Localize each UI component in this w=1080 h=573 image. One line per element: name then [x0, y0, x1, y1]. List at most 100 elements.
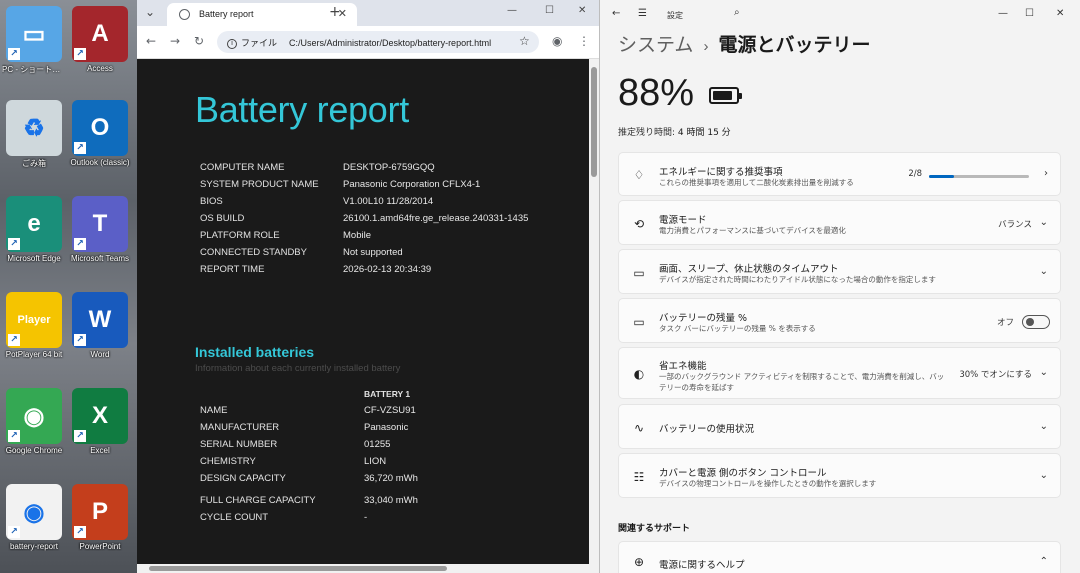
leaf-title: エネルギーに関する推奨事項 — [659, 167, 783, 178]
settings-minimize-button[interactable]: — — [998, 8, 1008, 19]
row-value: CF-VZSU91 — [364, 405, 416, 416]
energy-saver-card[interactable]: ◐ 省エネ機能 一部のバックグラウンド アクティビティを制限することで、電力消費を削… — [618, 347, 1061, 399]
desktop-icon-label: Access — [87, 64, 113, 73]
row-key: PLATFORM ROLE — [200, 230, 280, 241]
access-icon: A ↗ — [72, 6, 128, 62]
chevron-right-icon[interactable]: › — [1044, 168, 1048, 179]
desktop-icon-label: Microsoft Edge — [7, 254, 61, 263]
info-icon[interactable]: i — [227, 38, 237, 49]
desktop-icon-excel[interactable]: X ↗ Excel — [68, 388, 132, 455]
menu-button[interactable]: ⋮ — [578, 34, 590, 48]
power-mode-icon: ⟲ — [633, 216, 645, 231]
desktop: ▭↗ PC - ショートカット A↗ Access ♻ ごみ箱 O↗ Outlook (cla… — [0, 0, 137, 573]
chevron-down-icon[interactable]: ⌄ — [1040, 367, 1048, 378]
battery-percent-toggle[interactable] — [1022, 315, 1050, 329]
shortcut-arrow-icon: ↗ — [74, 430, 86, 442]
desktop-icon-label: ごみ箱 — [22, 159, 46, 168]
horizontal-scrollbar[interactable] — [137, 564, 599, 573]
tab-search-button[interactable]: ⌄ — [145, 5, 155, 19]
settings-close-button[interactable]: ✕ — [1056, 8, 1064, 19]
close-window-button[interactable]: ✕ — [578, 5, 586, 16]
desktop-icon-outlook-classic[interactable]: O ↗ Outlook (classic) — [68, 100, 132, 167]
lid-buttons-title: カバーと電源 側のボタン コントロール — [659, 468, 827, 479]
power-mode-subtitle: 電力消費とパフォーマンスに基づいてデバイスを最適化 — [659, 226, 846, 235]
row-value: DESKTOP-6759GQQ — [343, 162, 435, 173]
profile-icon[interactable]: ◉ — [552, 34, 562, 48]
shortcut-arrow-icon: ↗ — [8, 526, 20, 538]
lid-buttons-subtitle: デバイスの物理コントロールを操作したときの動作を選択します — [659, 479, 877, 488]
desktop-icon-google-chrome[interactable]: ◉ ↗ Google Chrome — [2, 388, 66, 455]
remaining-time-value: 4 時間 15 分 — [677, 128, 731, 138]
report-title: Battery report — [195, 89, 409, 130]
desktop-icon-potplayer-64-bit[interactable]: Player ↗ PotPlayer 64 bit — [2, 292, 66, 359]
reload-button[interactable]: ↻ — [194, 34, 204, 48]
energy-saver-value: 30% でオンにする — [959, 370, 1032, 380]
desktop-icon-microsoft-edge[interactable]: e ↗ Microsoft Edge — [2, 196, 66, 263]
potplayer-64-bit-icon: Player ↗ — [6, 292, 62, 348]
settings-maximize-button[interactable]: ☐ — [1025, 8, 1034, 19]
power-mode-value[interactable]: バランス — [998, 218, 1032, 230]
row-key: OS BUILD — [200, 213, 245, 224]
shortcut-arrow-icon: ↗ — [74, 142, 86, 154]
shortcut-arrow-icon: ↗ — [8, 48, 20, 60]
search-icon[interactable]: ⌕ — [734, 7, 740, 18]
microsoft-edge-icon: e ↗ — [6, 196, 62, 252]
chevron-up-icon[interactable]: ⌃ — [1040, 556, 1048, 567]
row-value: 01255 — [364, 439, 391, 450]
screen-sleep-card[interactable]: ▭ 画面、スリープ、休止状態のタイムアウト デバイスが指定された時間にわたりアイドル… — [618, 249, 1061, 294]
battery-percent-card[interactable]: ▭ バッテリーの残量 % タスク バーにバッテリーの残量 % を表示する オフ — [618, 298, 1061, 343]
battery-icon — [709, 87, 742, 104]
remaining-time-label: 推定残り時間: — [618, 128, 678, 138]
chevron-down-icon[interactable]: ⌄ — [1040, 217, 1048, 228]
power-mode-card[interactable]: ⟲ 電源モード 電力消費とパフォーマンスに基づいてデバイスを最適化 バランス ⌄ — [618, 200, 1061, 245]
power-mode-title: 電源モード — [659, 215, 707, 226]
desktop-icon-pc[interactable]: ▭↗ PC - ショートカット — [2, 6, 66, 75]
shortcut-arrow-icon: ↗ — [74, 238, 86, 250]
desktop-icon-powerpoint[interactable]: P ↗ PowerPoint — [68, 484, 132, 551]
screen-sleep-title: 画面、スリープ、休止状態のタイムアウト — [659, 264, 839, 275]
desktop-icon-word[interactable]: W ↗ Word — [68, 292, 132, 359]
row-value: 2026-02-13 20:34:39 — [343, 264, 432, 275]
energy-saver-icon: ◐ — [633, 367, 645, 381]
lid-buttons-card[interactable]: ☷ カバーと電源 側のボタン コントロール デバイスの物理コントロールを操作したとき… — [618, 453, 1061, 498]
desktop-icon-battery-report[interactable]: ◉ ↗ battery-report — [2, 484, 66, 551]
outlook-classic-icon: O ↗ — [72, 100, 128, 156]
new-tab-button[interactable]: + — [329, 4, 341, 20]
maximize-button[interactable]: ☐ — [545, 5, 554, 16]
row-value: Mobile — [343, 230, 371, 241]
power-help-card[interactable]: ⊕ 電源に関するヘルプ ⌃ — [618, 541, 1061, 573]
chevron-down-icon[interactable]: ⌄ — [1040, 421, 1048, 432]
settings-back-button[interactable]: ← — [612, 8, 620, 19]
word-icon: W ↗ — [72, 292, 128, 348]
pc-icon: ▭ ↗ — [6, 6, 62, 62]
desktop-icon-label: PC - ショートカット — [2, 65, 66, 74]
back-button[interactable]: ← — [146, 34, 156, 48]
hamburger-menu-icon[interactable]: ☰ — [638, 8, 647, 19]
battery-column-header: BATTERY 1 — [364, 389, 411, 399]
row-value: V1.00L10 11/28/2014 — [343, 196, 434, 207]
vertical-scrollbar[interactable] — [589, 59, 599, 564]
breadcrumb-system[interactable]: システム — [618, 35, 693, 56]
row-value: 26100.1.amd64fre.ge_release.240331-1435 — [343, 213, 529, 224]
minimize-button[interactable]: — — [507, 5, 517, 16]
leaf-card[interactable]: ♢ エネルギーに関する推奨事項 これらの推奨事項を適用して二酸化炭素排出量を削減する… — [618, 152, 1061, 196]
chevron-down-icon[interactable]: ⌄ — [1040, 470, 1048, 481]
url-text: C:/Users/Administrator/Desktop/battery-r… — [289, 38, 492, 48]
row-key: REPORT TIME — [200, 264, 265, 275]
usage-chart-icon: ∿ — [633, 420, 645, 435]
bookmark-star-icon[interactable]: ☆ — [519, 34, 530, 48]
desktop-icon-label: Excel — [90, 446, 110, 455]
desktop-icon-recycle-bin[interactable]: ♻ ごみ箱 — [2, 100, 66, 169]
address-bar: ← → ↻ i ファイル C:/Users/Administrator/Deskto… — [137, 26, 599, 59]
chevron-down-icon[interactable]: ⌄ — [1040, 266, 1048, 277]
desktop-icon-access[interactable]: A ↗ Access — [68, 6, 132, 73]
url-field[interactable]: i ファイル C:/Users/Administrator/Desktop/batt… — [217, 31, 539, 53]
battery-percent-icon: ▭ — [633, 314, 645, 329]
usage-chart-card[interactable]: ∿ バッテリーの使用状況 ⌄ — [618, 404, 1061, 449]
desktop-icon-microsoft-teams[interactable]: T ↗ Microsoft Teams — [68, 196, 132, 263]
row-key: BIOS — [200, 196, 223, 207]
usage-chart-title: バッテリーの使用状況 — [659, 424, 755, 435]
installed-batteries-subtitle: Information about each currently install… — [195, 363, 401, 374]
desktop-icon-label: Outlook (classic) — [70, 158, 130, 167]
forward-button[interactable]: → — [170, 34, 180, 48]
